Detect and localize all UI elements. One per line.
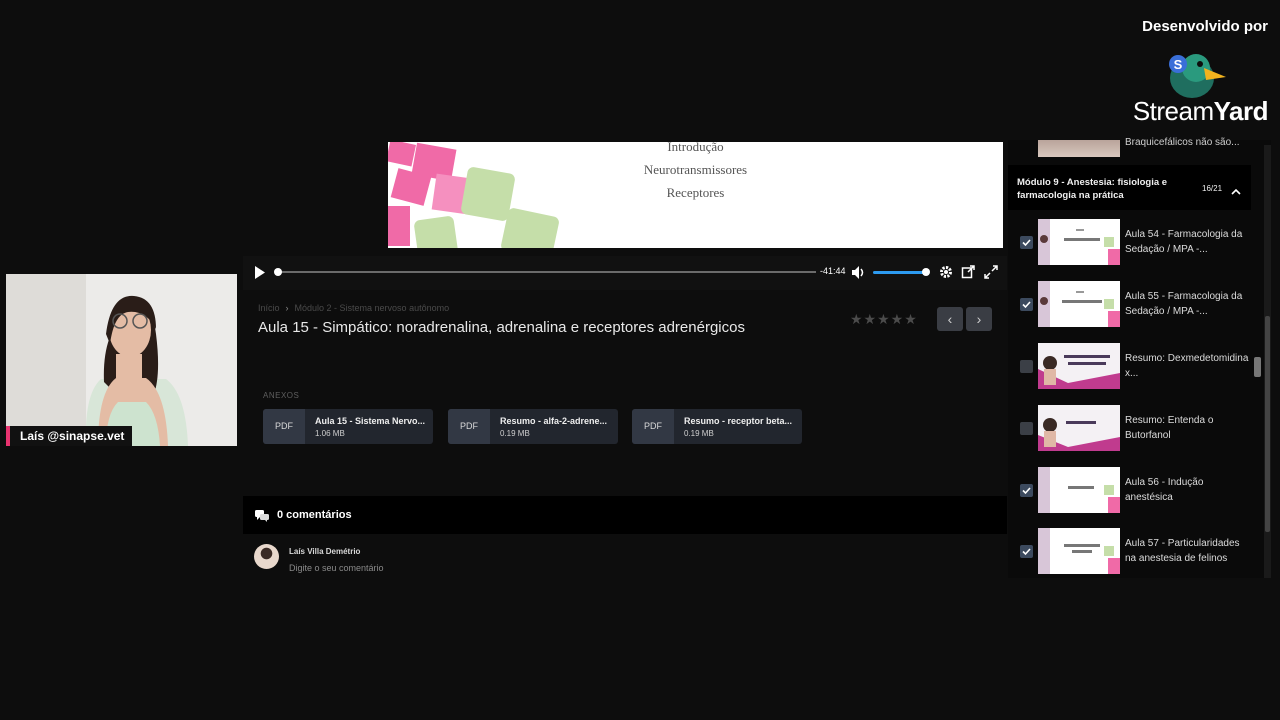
volume-slider[interactable] — [873, 271, 927, 274]
lesson-title-previous[interactable]: Braquicefálicos não são... — [1125, 137, 1240, 148]
chevron-up-icon[interactable] — [1231, 183, 1241, 195]
external-link-icon[interactable] — [961, 265, 975, 279]
pdf-icon: PDF — [632, 409, 674, 444]
video-frame[interactable]: Introdução Neurotransmissores Receptores — [388, 142, 1003, 248]
sidebar-lesson-item[interactable]: Aula 57 - Particularidades na anestesia … — [1017, 528, 1249, 578]
lesson-checkbox[interactable] — [1020, 236, 1033, 249]
lesson-title: Resumo: Entenda o Butorfanol — [1125, 415, 1214, 441]
comment-input[interactable]: Digite o seu comentário — [289, 563, 384, 573]
branding-caption: Desenvolvido por — [1142, 18, 1268, 35]
comments-icon — [255, 509, 269, 522]
lesson-thumbnail[interactable] — [1038, 140, 1120, 157]
lesson-title: Aula 54 - Farmacologia da Sedação / MPA … — [1125, 229, 1243, 255]
slide-line: Neurotransmissores — [643, 162, 748, 177]
commenter-name: Laís Villa Demétrio — [289, 547, 361, 556]
attachment-item[interactable]: PDF Resumo - receptor beta... 0.19 MB — [632, 409, 802, 444]
breadcrumb: Início › Módulo 2 - Sistema nervoso autôno… — [258, 303, 455, 313]
webcam-name-label: Laís @sinapse.vet — [6, 426, 133, 446]
lesson-title: Aula 15 - Simpático: noradrenalina, adre… — [258, 319, 745, 336]
svg-text:S: S — [1174, 57, 1183, 72]
progress-bar[interactable] — [276, 271, 816, 273]
module-progress-count: 16/21 — [1202, 184, 1223, 193]
sidebar-lesson-item[interactable]: Resumo: Entenda o Butorfanol — [1017, 405, 1249, 455]
lesson-checkbox[interactable] — [1020, 360, 1033, 373]
lesson-checkbox[interactable] — [1020, 545, 1033, 558]
lesson-checkbox[interactable] — [1020, 484, 1033, 497]
lesson-thumbnail — [1038, 343, 1120, 389]
progress-handle[interactable] — [274, 268, 282, 276]
lesson-thumbnail — [1038, 219, 1120, 265]
lesson-thumbnail — [1038, 467, 1120, 513]
attachment-size: 0.19 MB — [684, 429, 714, 438]
brand-name: StreamYard — [1132, 96, 1269, 126]
attachment-size: 0.19 MB — [500, 429, 530, 438]
breadcrumb-module-link[interactable]: Módulo 2 - Sistema nervoso autônomo — [295, 303, 450, 313]
volume-icon[interactable] — [852, 266, 866, 279]
lesson-checkbox[interactable] — [1020, 422, 1033, 435]
sidebar-lesson-item[interactable]: Aula 54 - Farmacologia da Sedação / MPA … — [1017, 219, 1249, 269]
attachment-item[interactable]: PDF Aula 15 - Sistema Nervo... 1.06 MB — [263, 409, 433, 444]
attachment-size: 1.06 MB — [315, 429, 345, 438]
settings-gear-icon[interactable] — [939, 265, 953, 279]
chevron-right-icon: › — [285, 303, 289, 313]
time-remaining: -41:44 — [820, 266, 846, 276]
next-lesson-button[interactable]: › — [966, 307, 992, 331]
attachment-item[interactable]: PDF Resumo - alfa-2-adrene... 0.19 MB — [448, 409, 618, 444]
lesson-thumbnail — [1038, 405, 1120, 451]
webcam-feed — [6, 274, 237, 446]
duck-logo-icon: S — [1160, 44, 1232, 100]
rating-stars[interactable]: ★★★★★ — [850, 311, 918, 328]
attachment-name: Resumo - receptor beta... — [684, 416, 793, 426]
scrollbar-thumb[interactable] — [1265, 316, 1270, 532]
lesson-title: Aula 57 - Particularidades na anestesia … — [1125, 538, 1240, 564]
previous-lesson-button[interactable]: ‹ — [937, 307, 963, 331]
pdf-icon: PDF — [448, 409, 490, 444]
lesson-title: Resumo: Dexmedetomidina x... — [1125, 353, 1249, 379]
lesson-title: Aula 55 - Farmacologia da Sedação / MPA … — [1125, 291, 1243, 317]
comments-count: 0 comentários — [277, 509, 352, 521]
avatar — [254, 544, 279, 569]
breadcrumb-home-link[interactable]: Início — [258, 303, 280, 313]
lesson-title: Aula 56 - Indução anestésica — [1125, 477, 1204, 503]
play-icon[interactable] — [254, 266, 266, 279]
comments-header — [243, 496, 1007, 534]
pdf-icon: PDF — [263, 409, 305, 444]
slide-line: Introdução — [667, 142, 724, 154]
lesson-checkbox[interactable] — [1020, 298, 1033, 311]
sidebar-lesson-item[interactable]: Resumo: Dexmedetomidina x... — [1017, 343, 1249, 393]
fullscreen-icon[interactable] — [984, 265, 998, 279]
scroll-position-handle[interactable] — [1254, 357, 1261, 377]
attachment-name: Aula 15 - Sistema Nervo... — [315, 416, 426, 426]
sidebar-lesson-item[interactable]: Aula 56 - Indução anestésica — [1017, 467, 1249, 517]
sidebar-lesson-item[interactable]: Aula 55 - Farmacologia da Sedação / MPA … — [1017, 281, 1249, 331]
module-title[interactable]: Módulo 9 - Anestesia: fisiologia e farma… — [1017, 176, 1192, 202]
slide-line: Receptores — [666, 185, 725, 200]
attachments-heading: ANEXOS — [263, 391, 300, 400]
attachment-name: Resumo - alfa-2-adrene... — [500, 416, 608, 426]
volume-handle[interactable] — [922, 268, 930, 276]
lesson-thumbnail — [1038, 281, 1120, 327]
lesson-thumbnail — [1038, 528, 1120, 574]
